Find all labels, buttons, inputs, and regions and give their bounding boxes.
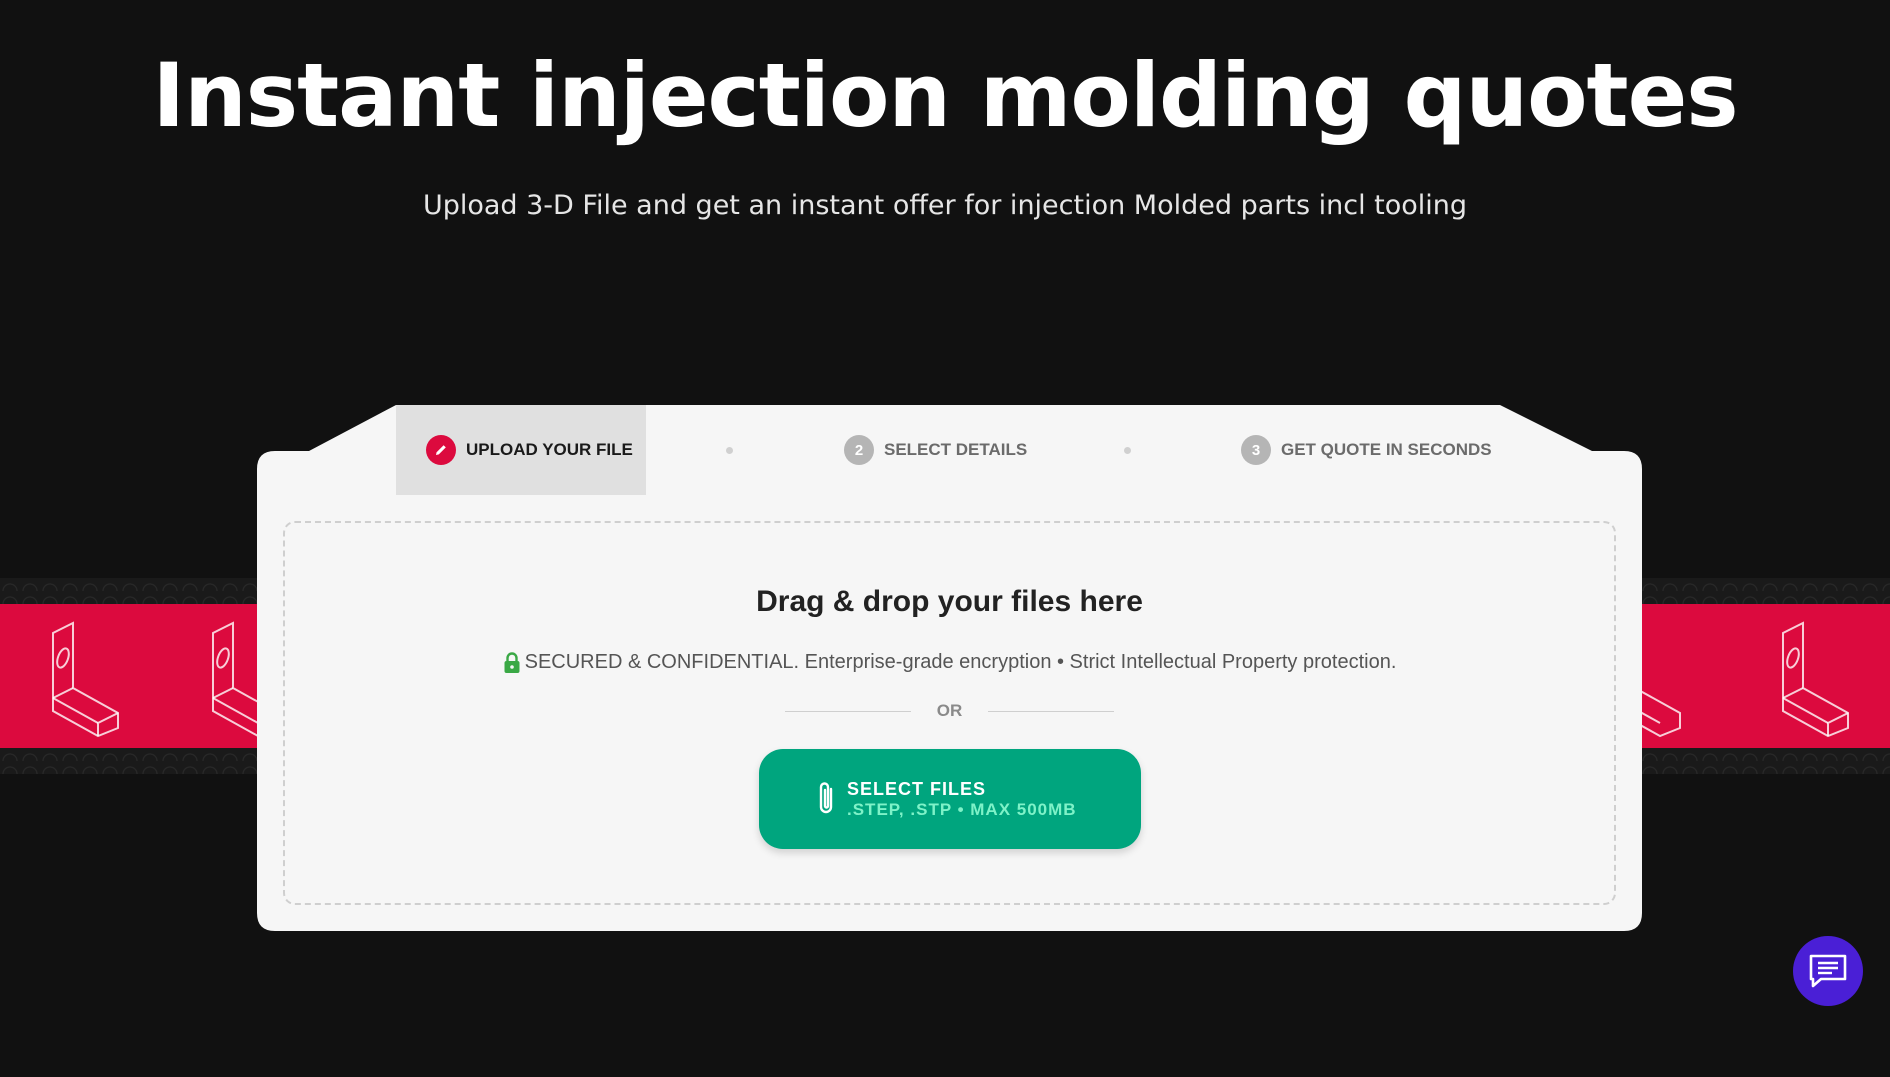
- file-dropzone[interactable]: Drag & drop your files here SECURED & CO…: [283, 521, 1616, 905]
- step-label: UPLOAD YOUR FILE: [466, 440, 633, 459]
- step-separator: [726, 447, 733, 454]
- step-label: GET QUOTE IN SECONDS: [1281, 440, 1492, 459]
- stepper: UPLOAD YOUR FILE 2 SELECT DETAILS 3 GET …: [257, 405, 1642, 495]
- pencil-icon: [426, 435, 456, 465]
- step-separator: [1124, 447, 1131, 454]
- button-text: SELECT FILES .STEP, .STP • MAX 500MB: [847, 779, 1077, 820]
- step-quote[interactable]: 3 GET QUOTE IN SECONDS: [1241, 405, 1492, 495]
- page-title: Instant injection molding quotes: [152, 44, 1738, 147]
- dropzone-title: Drag & drop your files here: [756, 585, 1143, 618]
- divider-line: [988, 710, 1115, 712]
- or-label: OR: [936, 701, 963, 720]
- step-number: 2: [844, 435, 874, 465]
- or-divider: OR: [285, 701, 1614, 721]
- divider-line: [784, 710, 911, 712]
- select-files-label: SELECT FILES: [847, 778, 987, 799]
- chat-icon: [1809, 954, 1847, 988]
- page-subtitle: Upload 3-D File and get an instant offer…: [422, 190, 1468, 221]
- bracket-icon: [52, 621, 119, 738]
- select-files-button[interactable]: SELECT FILES .STEP, .STP • MAX 500MB: [759, 749, 1141, 849]
- security-text: SECURED & CONFIDENTIAL. Enterprise-grade…: [524, 651, 1397, 673]
- chat-button[interactable]: [1793, 936, 1863, 1006]
- step-details[interactable]: 2 SELECT DETAILS: [844, 405, 1027, 495]
- lock-icon: [504, 651, 520, 673]
- step-number: 3: [1241, 435, 1271, 465]
- step-label: SELECT DETAILS: [884, 440, 1028, 459]
- bracket-icon: [1782, 621, 1849, 738]
- step-upload[interactable]: UPLOAD YOUR FILE: [396, 405, 646, 495]
- security-notice: SECURED & CONFIDENTIAL. Enterprise-grade…: [285, 651, 1614, 674]
- paperclip-icon: [819, 782, 833, 814]
- page: Instant injection molding quotes Upload …: [0, 0, 1890, 1077]
- upload-card: UPLOAD YOUR FILE 2 SELECT DETAILS 3 GET …: [257, 405, 1642, 931]
- file-types-label: .STEP, .STP • MAX 500MB: [847, 799, 1077, 819]
